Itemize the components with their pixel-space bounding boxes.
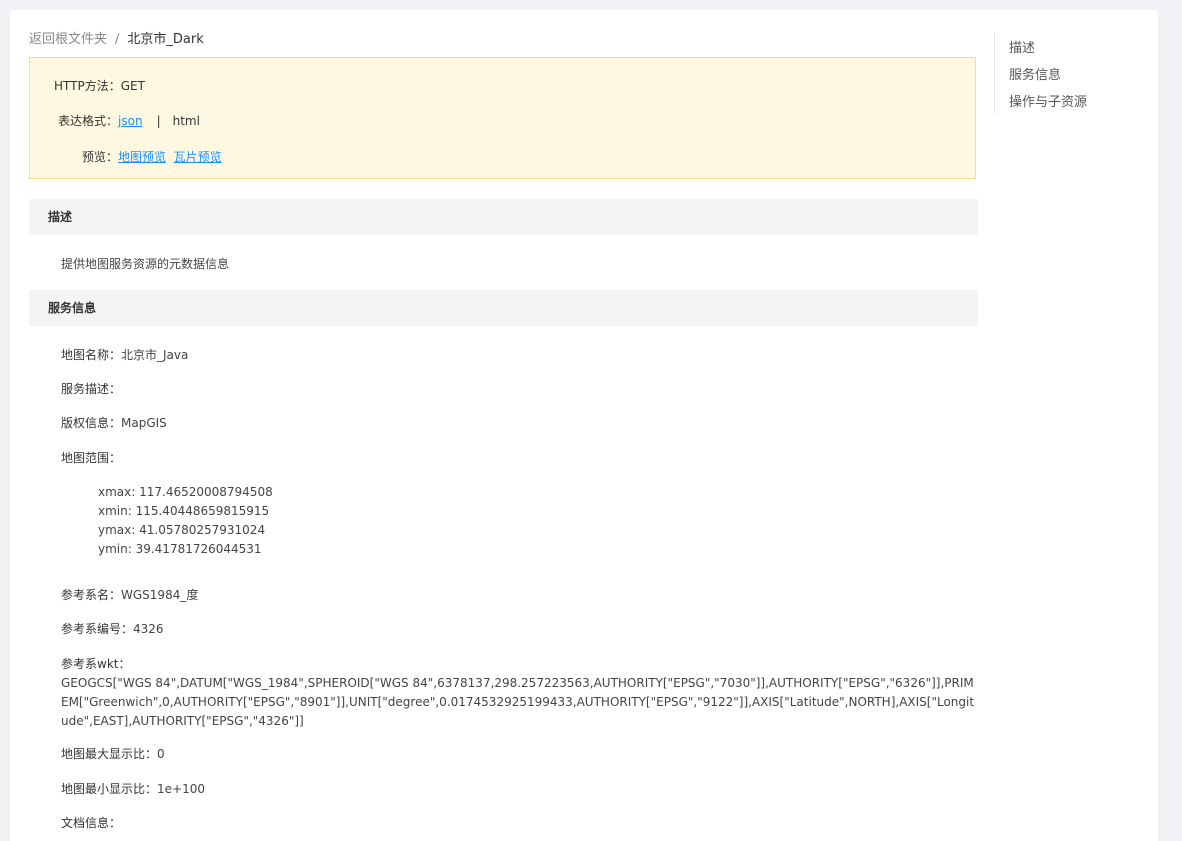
extent-label: 地图范围： [61,451,122,465]
http-method-label: HTTP方法： [54,79,121,93]
map-name-field: 地图名称：北京市_Java [61,346,188,363]
max-scale-field: 地图最大显示比：0 [61,745,165,762]
breadcrumb-current: 北京市_Dark [127,32,204,47]
toc-item-operations[interactable]: 操作与子资源 [1009,91,1087,110]
wkt-value: GEOGCS["WGS 84",DATUM["WGS_1984",SPHEROI… [61,676,975,728]
copyright-label: 版权信息： [61,416,122,430]
srs-code-value: 4326 [133,622,164,636]
description-text: 提供地图服务资源的元数据信息 [61,257,230,271]
extent-ymin: ymin: 39.41781726044531 [98,542,262,556]
max-scale-label: 地图最大显示比： [61,747,158,761]
extent-field: 地图范围： [61,449,121,466]
format-json-link[interactable]: json [118,114,143,128]
map-name-label: 地图名称： [61,348,122,362]
page: 返回根文件夹 / 北京市_Dark HTTP方法：GET 表达格式：json | htm… [10,10,1158,841]
format-separator: | [156,114,161,128]
extent-xmax: xmax: 117.46520008794508 [98,485,273,499]
srs-name-field: 参考系名：WGS1984_度 [61,586,198,603]
doc-info-label: 文档信息： [61,816,122,830]
wkt-field: 参考系wkt： [61,655,130,672]
wkt-label: 参考系wkt： [61,657,131,671]
breadcrumb-separator: / [115,32,120,47]
map-preview-link[interactable]: 地图预览 [118,150,166,164]
srs-name-label: 参考系名： [61,588,122,602]
extent-ymax: ymax: 41.05780257931024 [98,523,266,537]
http-method-row: HTTP方法：GET [54,77,145,94]
copyright-field: 版权信息：MapGIS [61,414,167,431]
min-scale-field: 地图最小显示比：1e+100 [61,780,205,797]
format-html: html [172,114,200,128]
tile-preview-link[interactable]: 瓦片预览 [174,150,222,164]
min-scale-value: 1e+100 [157,782,205,796]
format-row: 表达格式：json | html [58,112,200,129]
toc-item-description[interactable]: 描述 [1009,37,1035,56]
max-scale-value: 0 [157,747,165,761]
table-of-contents: 描述 服务信息 操作与子资源 [994,32,1155,114]
copyright-value: MapGIS [121,416,167,430]
srs-code-field: 参考系编号：4326 [61,620,164,637]
map-name-value: 北京市_Java [121,348,189,362]
srs-code-label: 参考系编号： [61,622,134,636]
service-desc-field: 服务描述： [61,380,121,397]
info-box: HTTP方法：GET 表达格式：json | html 预览：地图预览 瓦片预览 [29,57,976,179]
doc-info-field: 文档信息： [61,814,121,831]
preview-label: 预览： [82,150,119,164]
min-scale-label: 地图最小显示比： [61,782,158,796]
section-service-info-header: 服务信息 [29,290,978,326]
service-desc-label: 服务描述： [61,382,122,396]
srs-name-value: WGS1984_度 [121,588,199,602]
breadcrumb-root-link[interactable]: 返回根文件夹 [29,32,107,47]
toc-item-service-info[interactable]: 服务信息 [1009,64,1061,83]
format-label: 表达格式： [58,114,119,128]
breadcrumb: 返回根文件夹 / 北京市_Dark [29,28,204,47]
preview-row: 预览：地图预览 瓦片预览 [82,148,222,165]
extent-xmin: xmin: 115.40448659815915 [98,504,270,518]
http-method-value: GET [120,79,145,93]
extent-values: xmax: 117.46520008794508 xmin: 115.40448… [98,483,273,559]
section-description-header: 描述 [29,199,978,235]
